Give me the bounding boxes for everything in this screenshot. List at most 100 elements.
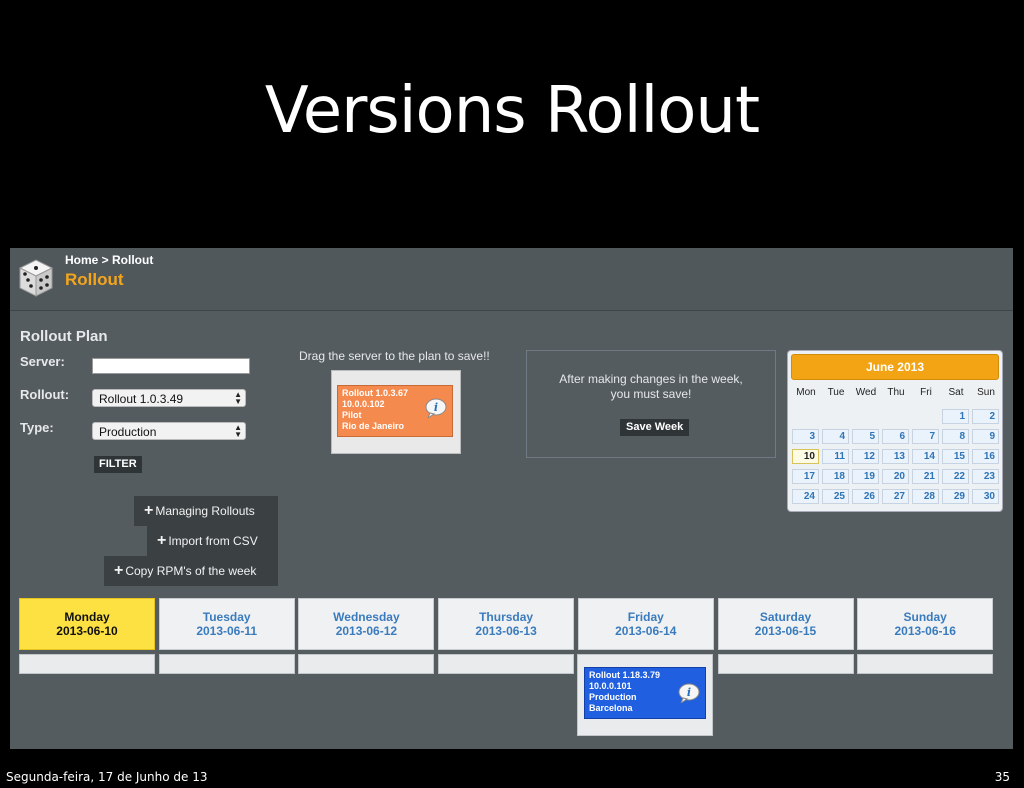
copy-rpms-label: Copy RPM's of the week <box>125 564 257 578</box>
calendar-weekday: Sun <box>977 387 995 398</box>
card-location: Barcelona <box>589 703 633 713</box>
select-arrows-icon: ▲ ▼ <box>234 390 242 406</box>
dice-icon <box>18 259 54 297</box>
calendar-day[interactable]: 27 <box>882 489 909 504</box>
type-select-value: Production <box>99 425 157 439</box>
calendar-day[interactable]: 10 <box>792 449 819 464</box>
calendar-weekday: Wed <box>855 387 877 398</box>
calendar-day[interactable]: 28 <box>912 489 939 504</box>
day-header-wednesday[interactable]: Wednesday 2013-06-12 <box>298 598 435 650</box>
card-location: Rio de Janeiro <box>342 421 405 431</box>
calendar-day[interactable]: 22 <box>942 469 969 484</box>
day-header-saturday[interactable]: Saturday 2013-06-15 <box>717 598 854 650</box>
info-icon[interactable]: i <box>678 683 700 703</box>
calendar-day[interactable]: 15 <box>942 449 969 464</box>
calendar-day[interactable]: 12 <box>852 449 879 464</box>
save-message-line2: you must save! <box>610 387 692 401</box>
copy-rpms-button[interactable]: + Copy RPM's of the week <box>104 556 278 586</box>
day-name: Tuesday <box>202 610 251 624</box>
rollout-select[interactable]: Rollout 1.0.3.49 ▲ ▼ <box>92 389 246 407</box>
day-date: 2013-06-13 <box>475 624 537 638</box>
calendar-day[interactable]: 17 <box>792 469 819 484</box>
rollout-plan-title: Rollout Plan <box>20 328 108 345</box>
managing-rollouts-label: Managing Rollouts <box>155 504 255 518</box>
day-header-thursday[interactable]: Thursday 2013-06-13 <box>438 598 575 650</box>
calendar-month: June 2013 <box>791 354 999 380</box>
day-date: 2013-06-14 <box>615 624 677 638</box>
calendar-day[interactable]: 18 <box>822 469 849 484</box>
day-name: Thursday <box>479 610 534 624</box>
info-icon[interactable]: i <box>425 398 447 418</box>
day-date: 2013-06-16 <box>894 624 956 638</box>
calendar-day[interactable]: 30 <box>972 489 999 504</box>
calendar-day[interactable]: 16 <box>972 449 999 464</box>
day-header-friday[interactable]: Friday 2013-06-14 <box>577 598 714 650</box>
breadcrumb[interactable]: Home > Rollout <box>65 253 153 267</box>
calendar-day[interactable]: 13 <box>882 449 909 464</box>
calendar-day[interactable]: 5 <box>852 429 879 444</box>
calendar-day[interactable]: 23 <box>972 469 999 484</box>
app-screen: Home > Rollout Rollout Rollout Plan Serv… <box>10 248 1013 749</box>
save-panel: After making changes in the week, you mu… <box>526 350 776 458</box>
calendar-day[interactable]: 14 <box>912 449 939 464</box>
calendar-day[interactable]: 21 <box>912 469 939 484</box>
rollout-label: Rollout: <box>20 387 70 402</box>
calendar-weekday: Tue <box>827 387 845 398</box>
calendar-day[interactable]: 11 <box>822 449 849 464</box>
save-week-button[interactable]: Save Week <box>620 419 690 436</box>
calendar-day[interactable]: 8 <box>942 429 969 444</box>
server-input[interactable] <box>92 358 250 374</box>
plus-icon: + <box>144 502 154 519</box>
day-slot[interactable] <box>857 654 994 674</box>
rollout-select-value: Rollout 1.0.3.49 <box>99 392 184 406</box>
filter-button[interactable]: FILTER <box>94 456 142 473</box>
slide-page-number: 35 <box>994 770 1010 784</box>
managing-rollouts-button[interactable]: + Managing Rollouts <box>134 496 278 526</box>
slide-footer-date: Segunda-feira, 17 de Junho de 13 <box>6 770 208 784</box>
calendar-day[interactable]: 4 <box>822 429 849 444</box>
save-message-line1: After making changes in the week, <box>559 372 743 386</box>
select-arrows-icon: ▲ ▼ <box>234 423 242 439</box>
day-date: 2013-06-15 <box>754 624 817 638</box>
plus-icon: + <box>114 562 124 579</box>
day-name: Wednesday <box>333 610 400 624</box>
calendar-weekday: Sat <box>948 387 964 398</box>
calendar-day[interactable]: 6 <box>882 429 909 444</box>
day-header-sunday[interactable]: Sunday 2013-06-16 <box>857 598 994 650</box>
calendar-day[interactable]: 2 <box>972 409 999 424</box>
save-message: After making changes in the week, you mu… <box>527 372 775 402</box>
card-rollout: Rollout 1.18.3.79 <box>589 670 661 680</box>
day-slot[interactable] <box>158 654 295 674</box>
import-csv-button[interactable]: + Import from CSV <box>147 526 278 556</box>
calendar-day[interactable]: 3 <box>792 429 819 444</box>
draggable-server-card[interactable]: Rollout 1.0.3.67 10.0.0.102 Pilot Rio de… <box>337 385 453 437</box>
day-date: 2013-06-10 <box>56 624 118 638</box>
day-slot[interactable] <box>298 654 435 674</box>
page-title: Rollout <box>65 270 124 289</box>
type-select[interactable]: Production ▲ ▼ <box>92 422 246 440</box>
calendar-day[interactable]: 25 <box>822 489 849 504</box>
day-date: 2013-06-12 <box>335 624 398 638</box>
calendar-day[interactable]: 20 <box>882 469 909 484</box>
calendar-day[interactable]: 7 <box>912 429 939 444</box>
server-card-container: Rollout 1.0.3.67 10.0.0.102 Pilot Rio de… <box>331 370 461 454</box>
calendar-day[interactable]: 29 <box>942 489 969 504</box>
day-name: Friday <box>627 610 664 624</box>
calendar-day[interactable]: 24 <box>792 489 819 504</box>
calendar-day[interactable]: 26 <box>852 489 879 504</box>
calendar-day[interactable]: 1 <box>942 409 969 424</box>
day-slot[interactable] <box>438 654 575 674</box>
slide-title: Versions Rollout <box>264 74 760 148</box>
app-header: Home > Rollout Rollout <box>10 248 1013 310</box>
day-header-monday[interactable]: Monday 2013-06-10 <box>19 598 155 650</box>
friday-rollout-card[interactable]: Rollout 1.18.3.79 10.0.0.101 Production … <box>584 667 706 719</box>
day-slot[interactable] <box>19 654 155 674</box>
day-slot[interactable] <box>717 654 854 674</box>
calendar-weekday: Fri <box>920 387 932 398</box>
friday-slot[interactable]: Rollout 1.18.3.79 10.0.0.101 Production … <box>577 654 713 736</box>
day-date: 2013-06-11 <box>196 624 258 638</box>
day-name: Sunday <box>903 610 947 624</box>
day-header-tuesday[interactable]: Tuesday 2013-06-11 <box>158 598 295 650</box>
calendar-day[interactable]: 9 <box>972 429 999 444</box>
calendar-day[interactable]: 19 <box>852 469 879 484</box>
